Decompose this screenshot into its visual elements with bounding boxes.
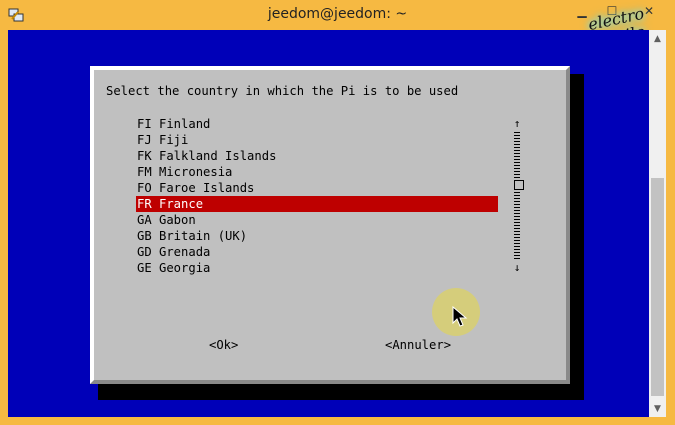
list-scrollbar[interactable]: ↑ ↓ (512, 116, 524, 276)
list-scroll-thumb[interactable] (514, 180, 524, 190)
ok-button[interactable]: <Ok> (209, 338, 238, 352)
scroll-up-arrow-icon[interactable]: ▲ (649, 30, 666, 47)
list-item[interactable]: FI Finland (136, 116, 498, 132)
list-scroll-down-icon[interactable]: ↓ (512, 260, 522, 276)
list-item[interactable]: FM Micronesia (136, 164, 498, 180)
dialog-prompt: Select the country in which the Pi is to… (106, 84, 459, 98)
mouse-cursor-icon (452, 306, 468, 327)
list-item[interactable]: GB Britain (UK) (136, 228, 498, 244)
list-scroll-track[interactable] (514, 132, 524, 260)
country-list[interactable]: FI Finland FJ Fiji FK Falkland Islands F… (136, 116, 498, 276)
title-bar[interactable]: jeedom@jeedom: ~ ▁ ☐ ✕ (0, 0, 675, 30)
cancel-button[interactable]: <Annuler> (385, 338, 451, 352)
list-item[interactable]: GE Georgia (136, 260, 498, 276)
scrollbar-thumb[interactable] (651, 178, 664, 396)
list-item[interactable]: FK Falkland Islands (136, 148, 498, 164)
window-scrollbar[interactable]: ▲ ▼ (649, 30, 666, 417)
minimize-icon: ▁ (577, 4, 587, 18)
terminal-window: jeedom@jeedom: ~ ▁ ☐ ✕ electro toile ▲ ▼… (0, 0, 675, 425)
list-scroll-up-icon[interactable]: ↑ (512, 116, 522, 132)
list-item[interactable]: GA Gabon (136, 212, 498, 228)
list-item[interactable]: GD Grenada (136, 244, 498, 260)
list-item-selected[interactable]: FR France (136, 196, 498, 212)
window-bottom-border (0, 417, 675, 425)
country-select-dialog: Select the country in which the Pi is to… (90, 66, 570, 384)
scroll-down-arrow-icon[interactable]: ▼ (649, 400, 666, 417)
list-item[interactable]: FJ Fiji (136, 132, 498, 148)
list-item[interactable]: FO Faroe Islands (136, 180, 498, 196)
